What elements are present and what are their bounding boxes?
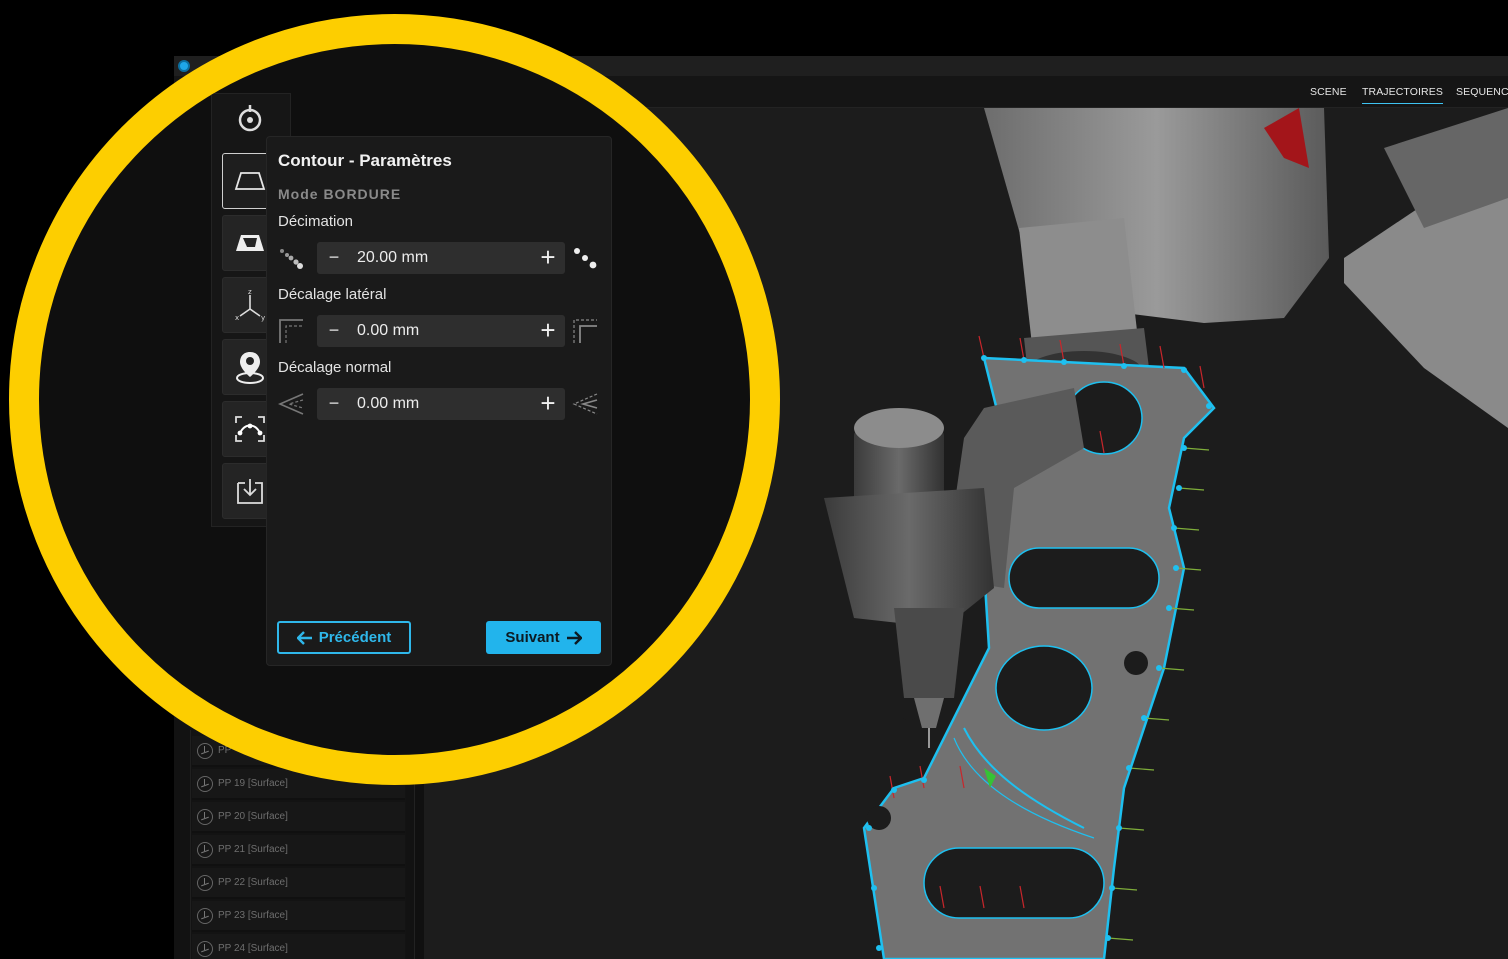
decimation-low-icon xyxy=(280,249,303,269)
decimation-value[interactable]: 20.00 mm xyxy=(357,249,428,267)
contour-parameters-panel: Contour - Paramètres Mode BORDURE Décima… xyxy=(266,136,612,666)
list-item-pp-22[interactable]: PP 22 [Surface] xyxy=(192,868,405,899)
lateral-offset-out-icon xyxy=(573,319,597,343)
normal-offset-increment-button[interactable]: + xyxy=(535,390,561,418)
tab-scene[interactable]: SCENE xyxy=(1310,86,1347,98)
trapezoid-outline-icon xyxy=(234,172,266,190)
download-icon xyxy=(237,479,263,504)
lateral-offset-in-icon xyxy=(279,319,303,343)
tab-trajectoires[interactable]: TRAJECTOIRES xyxy=(1362,86,1443,104)
path-point-icon xyxy=(197,742,213,759)
normal-offset-value[interactable]: 0.00 mm xyxy=(357,395,419,413)
next-button[interactable]: Suivant xyxy=(486,621,601,654)
list-item-pp-20[interactable]: PP 20 [Surface] xyxy=(192,802,405,833)
next-button-label: Suivant xyxy=(505,629,560,646)
decimation-field: − 20.00 mm + xyxy=(275,242,605,276)
previous-button[interactable]: Précédent xyxy=(277,621,411,654)
app-logo-icon xyxy=(178,60,190,72)
list-item-pp-23[interactable]: PP 23 [Surface] xyxy=(192,901,405,932)
lateral-offset-stepper: − 0.00 mm + xyxy=(317,315,565,347)
arrow-left-icon xyxy=(296,630,312,645)
normal-offset-down-icon xyxy=(277,393,304,415)
lateral-offset-label: Décalage latéral xyxy=(278,286,387,303)
panel-title: Contour - Paramètres xyxy=(278,151,452,170)
normal-offset-decrement-button[interactable]: − xyxy=(323,391,345,417)
list-item-pp-24[interactable]: PP 24 [Surface] xyxy=(192,934,405,959)
zoom-highlight-ring: z x y Contour - Paramètres Mode BORDURE … xyxy=(9,14,780,785)
svg-text:x: x xyxy=(235,314,239,322)
tab-sequence[interactable]: SEQUENC xyxy=(1456,86,1508,98)
trapezoid-filled-icon xyxy=(236,235,264,251)
normal-offset-stepper: − 0.00 mm + xyxy=(317,388,565,420)
list-item-pp-21[interactable]: PP 21 [Surface] xyxy=(192,835,405,866)
normal-offset-up-icon xyxy=(572,393,598,415)
svg-text:z: z xyxy=(248,288,252,296)
map-pin-icon xyxy=(236,352,264,384)
arrow-right-icon xyxy=(566,630,582,645)
decimation-decrement-button[interactable]: − xyxy=(323,245,345,271)
decimation-high-icon xyxy=(574,248,597,269)
target-icon xyxy=(238,105,262,132)
lateral-offset-increment-button[interactable]: + xyxy=(535,317,561,345)
normal-offset-field: − 0.00 mm + xyxy=(275,388,605,422)
decimation-label: Décimation xyxy=(278,213,354,230)
lateral-offset-decrement-button[interactable]: − xyxy=(323,318,345,344)
path-point-icon xyxy=(197,775,213,792)
path-point-icon xyxy=(197,841,213,858)
mode-label: Mode BORDURE xyxy=(278,186,402,202)
path-point-icon xyxy=(197,808,213,825)
lateral-offset-value[interactable]: 0.00 mm xyxy=(357,322,419,340)
path-point-icon xyxy=(197,874,213,891)
previous-button-label: Précédent xyxy=(318,629,392,646)
curve-fit-icon xyxy=(235,416,265,442)
decimation-stepper: − 20.00 mm + xyxy=(317,242,565,274)
xyz-axes-icon: z x y xyxy=(235,288,265,322)
lateral-offset-field: − 0.00 mm + xyxy=(275,315,605,349)
decimation-increment-button[interactable]: + xyxy=(535,244,561,272)
normal-offset-label: Décalage normal xyxy=(278,359,392,376)
path-point-icon xyxy=(197,940,213,957)
svg-text:y: y xyxy=(261,314,265,322)
path-point-icon xyxy=(197,907,213,924)
